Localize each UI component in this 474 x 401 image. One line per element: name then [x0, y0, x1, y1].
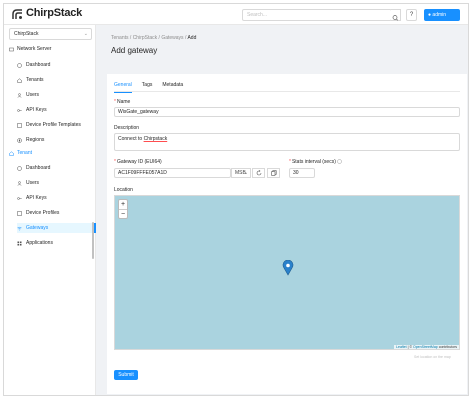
sidebar-item-regions[interactable]: Regions — [17, 135, 96, 145]
location-map[interactable]: + − Leaflet | © OpenStreetMap contributo… — [114, 195, 460, 350]
sidebar-item-label: API Keys — [26, 195, 47, 201]
sidebar-item-tenant-dashboard[interactable]: Dashboard — [17, 163, 96, 173]
sidebar-item-label: Gateways — [26, 225, 49, 231]
sidebar-item-label: Regions — [26, 137, 45, 143]
map-hint: Set location on the map — [414, 355, 451, 359]
question-circle-icon[interactable] — [337, 159, 342, 164]
sidebar-item-applications[interactable]: Applications — [17, 238, 96, 248]
top-header: ChirpStack Search... ? ● admin — [4, 4, 468, 25]
sidebar-item-label: Dashboard — [26, 165, 51, 171]
byte-order-select[interactable]: MSB ⌄ — [231, 168, 251, 178]
appstore-icon — [17, 241, 22, 245]
sidebar-item-label: API Keys — [26, 107, 47, 113]
user-icon — [17, 180, 22, 186]
sidebar-item-ns-dashboard[interactable]: Dashboard — [17, 60, 96, 70]
sidebar-item-label: Device Profile Templates — [26, 122, 81, 128]
sidebar-item-label: Dashboard — [26, 62, 51, 68]
sidebar-item-label: Applications — [26, 240, 53, 246]
description-underlined-word: Chirpstack — [143, 136, 168, 142]
leaflet-link[interactable]: Leaflet — [396, 345, 407, 349]
user-icon: ● — [428, 12, 432, 18]
user-icon — [17, 92, 22, 98]
sidebar-item-tenant-users[interactable]: Users — [17, 178, 96, 188]
description-text: Connect to — [118, 136, 144, 142]
breadcrumb-separator: / — [129, 35, 132, 41]
map-marker-icon[interactable] — [282, 260, 294, 276]
gateway-id-label: *Gateway ID (EUI64) — [114, 159, 162, 165]
map-zoom-control: + − — [118, 199, 128, 219]
generate-id-button[interactable] — [252, 168, 265, 178]
stats-interval-label: *Stats interval (secs) — [289, 159, 342, 165]
sidebar-item-label: Users — [26, 180, 40, 186]
sidebar-item-ns-users[interactable]: Users — [17, 90, 96, 100]
sidebar-item-ns-api-keys[interactable]: API Keys — [17, 105, 96, 115]
zoom-in-button[interactable]: + — [119, 200, 127, 209]
help-button[interactable]: ? — [406, 9, 417, 21]
search-input[interactable]: Search... — [242, 9, 392, 21]
section-label: Tenant — [17, 150, 33, 156]
breadcrumb: Tenants / ChirpStack / Gateways / Add — [111, 35, 196, 41]
sidebar-item-tenant-api-keys[interactable]: API Keys — [17, 193, 96, 203]
wifi-icon — [17, 226, 22, 230]
sidebar-item-label: Device Profiles — [26, 210, 60, 216]
gateway-form-card: General Tags Metadata *Name WisGate_gate… — [107, 74, 467, 394]
key-icon — [17, 196, 22, 200]
tabs-divider — [114, 91, 460, 92]
breadcrumb-gateways[interactable]: Gateways — [161, 35, 183, 41]
controls-icon — [17, 210, 22, 216]
description-textarea[interactable]: Connect to Chirpstack — [114, 133, 460, 151]
app-window: ChirpStack Search... ? ● admin ChirpStac… — [3, 3, 469, 396]
controls-icon — [17, 122, 22, 128]
user-menu-button[interactable]: ● admin — [424, 9, 460, 21]
sidebar-section-tenant[interactable]: Tenant — [9, 150, 32, 156]
sidebar-item-gateways[interactable]: Gateways — [17, 223, 96, 233]
name-input[interactable]: WisGate_gateway — [114, 107, 460, 117]
osm-link[interactable]: OpenStreetMap — [413, 345, 438, 349]
sidebar-scrollbar[interactable] — [92, 222, 94, 259]
chevron-down-icon: ⌄ — [243, 170, 248, 176]
sidebar-item-device-profile-templates[interactable]: Device Profile Templates — [17, 120, 96, 130]
copy-icon — [270, 170, 277, 176]
user-name: admin — [432, 12, 447, 18]
submit-button[interactable]: Submit — [114, 370, 138, 380]
name-label: *Name — [114, 99, 131, 105]
sidebar: ChirpStack ⌄ Network Server Dashboard Te… — [4, 25, 96, 395]
home-icon — [17, 77, 22, 83]
breadcrumb-tenant[interactable]: ChirpStack — [133, 35, 157, 41]
breadcrumb-separator: / — [158, 35, 160, 41]
zoom-out-button[interactable]: − — [119, 209, 127, 218]
compass-icon — [17, 137, 22, 143]
search-button[interactable] — [391, 9, 401, 21]
tenant-select[interactable]: ChirpStack ⌄ — [9, 28, 92, 40]
section-label: Network Server — [17, 46, 52, 52]
description-label: Description — [114, 125, 140, 131]
attribution-suffix: contributors — [437, 345, 457, 349]
home-icon — [9, 150, 14, 156]
sidebar-item-label: Tenants — [26, 77, 44, 83]
logo-text: ChirpStack — [26, 7, 83, 19]
chirpstack-logo-icon — [12, 9, 22, 19]
hdd-icon — [9, 47, 14, 51]
sidebar-item-device-profiles[interactable]: Device Profiles — [17, 208, 96, 218]
dashboard-icon — [17, 165, 22, 171]
breadcrumb-current: Add — [187, 35, 197, 41]
chevron-down-icon: ⌄ — [83, 31, 88, 37]
sidebar-section-network-server[interactable]: Network Server — [9, 46, 51, 52]
tenant-select-value: ChirpStack — [14, 31, 39, 37]
key-icon — [17, 108, 22, 112]
reload-icon — [256, 169, 261, 176]
map-attribution: Leaflet | © OpenStreetMap contributors — [394, 345, 459, 349]
stats-interval-input[interactable]: 30 — [289, 168, 315, 178]
location-label: Location — [114, 187, 133, 193]
sidebar-item-tenants[interactable]: Tenants — [17, 75, 96, 85]
sidebar-item-label: Users — [26, 92, 40, 98]
copy-id-button[interactable] — [267, 168, 280, 178]
search-icon — [392, 15, 399, 21]
page-title: Add gateway — [111, 46, 158, 55]
breadcrumb-tenants[interactable]: Tenants — [111, 35, 129, 41]
gateway-id-input[interactable]: AC1F09FFFE057A1D — [114, 168, 231, 178]
dashboard-icon — [17, 62, 22, 68]
